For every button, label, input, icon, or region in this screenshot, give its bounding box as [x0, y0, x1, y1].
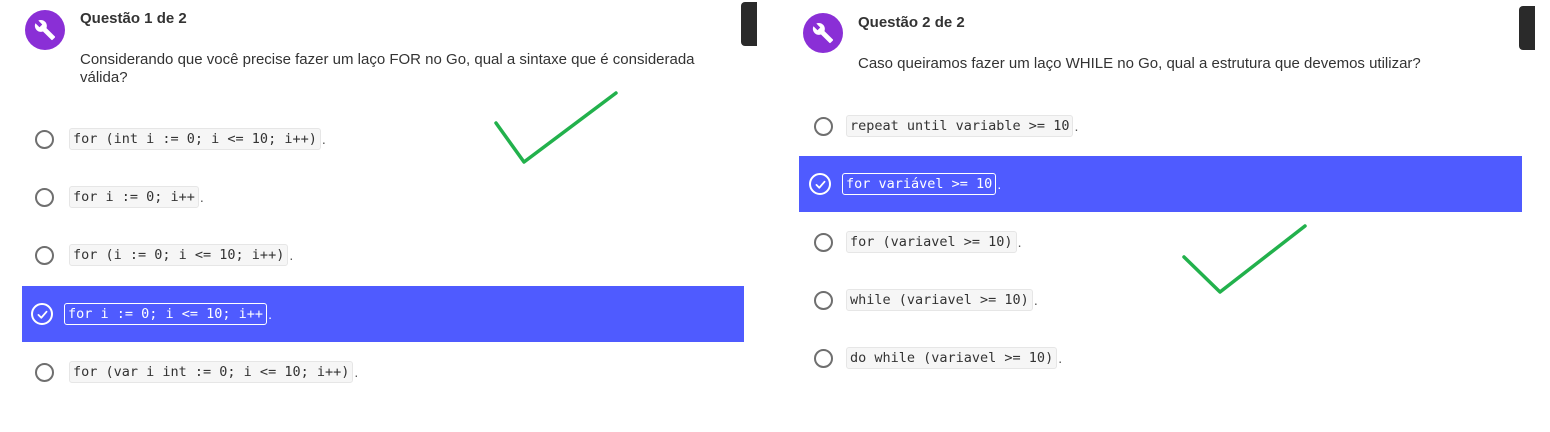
question-1-option-5[interactable]: for (var i int := 0; i <= 10; i++).: [22, 344, 744, 400]
option-code: for (var i int := 0; i <= 10; i++): [69, 361, 354, 383]
option-suffix: .: [1074, 118, 1079, 134]
option-suffix: .: [1017, 234, 1022, 250]
option-code: for (i := 0; i <= 10; i++): [69, 244, 289, 266]
option-suffix: .: [321, 131, 326, 147]
question-2-option-1[interactable]: repeat until variable >= 10.: [799, 98, 1522, 154]
option-label: for (variavel >= 10).: [846, 231, 1021, 253]
option-label: for (var i int := 0; i <= 10; i++).: [69, 361, 358, 383]
radio-button[interactable]: [35, 129, 54, 149]
radio-button[interactable]: [814, 232, 833, 252]
option-label: for (int i := 0; i <= 10; i++).: [69, 128, 326, 150]
option-label: while (variavel >= 10).: [846, 289, 1038, 311]
option-suffix: .: [268, 306, 272, 322]
side-tab[interactable]: [741, 2, 757, 46]
question-1-header: Questão 1 de 2: [80, 10, 187, 27]
option-code: while (variavel >= 10): [846, 289, 1033, 311]
check-circle-icon: [37, 310, 47, 319]
green-checkmark-icon: [494, 91, 618, 164]
option-suffix: .: [354, 364, 359, 380]
radio-button[interactable]: [814, 116, 833, 136]
question-2-panel: Questão 2 de 2 Caso queiramos fazer um l…: [780, 0, 1550, 432]
option-label: for variável >= 10.: [842, 173, 1001, 195]
question-2-option-3[interactable]: for (variavel >= 10).: [799, 214, 1522, 270]
option-suffix: .: [289, 247, 294, 263]
option-code: for i := 0; i++: [69, 186, 199, 208]
question-2-text: Caso queiramos fazer um laço WHILE no Go…: [858, 55, 1421, 72]
question-2-badge: [803, 13, 843, 53]
green-checkmark-icon: [1182, 224, 1307, 294]
question-1-badge: [25, 10, 65, 50]
radio-button[interactable]: [35, 187, 54, 207]
question-1-option-1[interactable]: for (int i := 0; i <= 10; i++).: [22, 111, 744, 167]
option-label: for (i := 0; i <= 10; i++).: [69, 244, 293, 266]
radio-button-checked[interactable]: [809, 173, 831, 195]
option-suffix: .: [997, 176, 1002, 192]
wrench-icon: [812, 23, 834, 44]
radio-button[interactable]: [814, 348, 833, 368]
question-2-option-5[interactable]: do while (variavel >= 10).: [799, 330, 1522, 386]
question-1-option-4[interactable]: for i := 0; i <= 10; i++.: [22, 286, 744, 342]
side-tab[interactable]: [1519, 6, 1535, 50]
option-label: repeat until variable >= 10.: [846, 115, 1078, 137]
question-1-option-2[interactable]: for i := 0; i++.: [22, 169, 744, 225]
question-1-panel: Questão 1 de 2 Considerando que você pre…: [0, 0, 760, 432]
option-label: do while (variavel >= 10).: [846, 347, 1062, 369]
option-suffix: .: [1033, 292, 1038, 308]
option-code: for (variavel >= 10): [846, 231, 1017, 253]
question-1-text: Considerando que você precise fazer um l…: [80, 51, 695, 86]
question-2-option-4[interactable]: while (variavel >= 10).: [799, 272, 1522, 328]
option-code: for variável >= 10: [842, 173, 997, 195]
question-2-header: Questão 2 de 2: [858, 14, 965, 31]
option-code: repeat until variable >= 10: [846, 115, 1074, 137]
option-code: do while (variavel >= 10): [846, 347, 1058, 369]
radio-button[interactable]: [35, 362, 54, 382]
option-code: for i := 0; i <= 10; i++: [64, 303, 268, 325]
option-suffix: .: [1058, 350, 1063, 366]
check-circle-icon: [815, 180, 825, 189]
wrench-icon: [34, 20, 56, 41]
question-2-option-2[interactable]: for variável >= 10.: [799, 156, 1522, 212]
option-label: for i := 0; i <= 10; i++.: [64, 303, 272, 325]
radio-button[interactable]: [35, 245, 54, 265]
question-1-option-3[interactable]: for (i := 0; i <= 10; i++).: [22, 227, 744, 283]
option-label: for i := 0; i++.: [69, 186, 204, 208]
option-suffix: .: [199, 189, 204, 205]
radio-button[interactable]: [814, 290, 833, 310]
radio-button-checked[interactable]: [31, 303, 53, 325]
option-code: for (int i := 0; i <= 10; i++): [69, 128, 321, 150]
